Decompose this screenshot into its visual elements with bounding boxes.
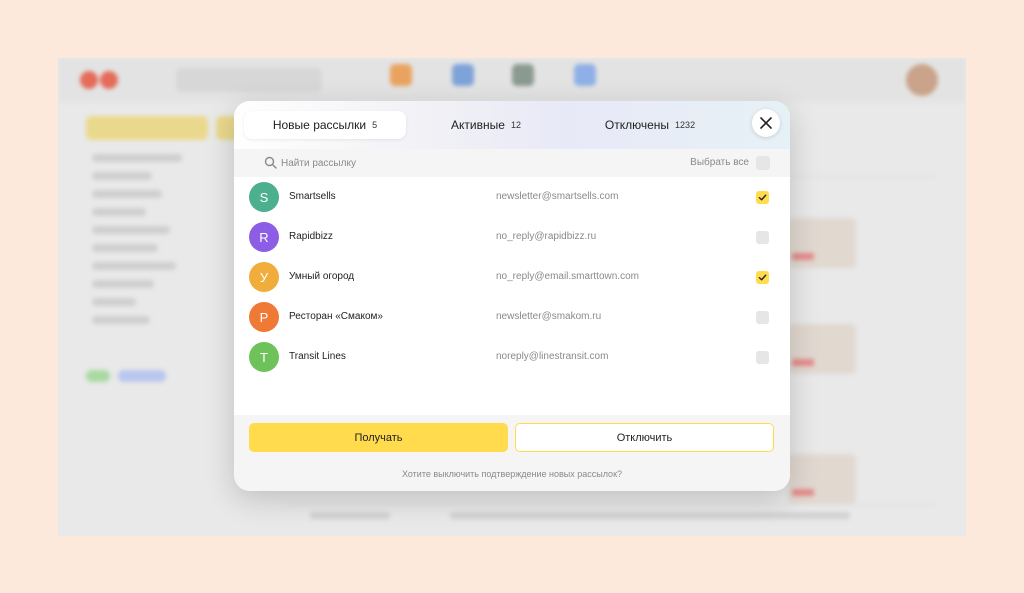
background-label-pill [118,370,166,382]
avatar: R [249,222,279,252]
search-input[interactable] [281,154,561,172]
sender-name: Умный огород [289,271,355,282]
background-sidebar-line [92,316,150,324]
background-sidebar-line [92,262,176,270]
select-all-checkbox[interactable] [756,156,770,170]
background-sidebar-line [92,280,154,288]
tab-disabled-newsletters[interactable]: Отключены 1232 [566,111,734,139]
newsletter-list: S Smartsells newsletter@smartsells.com R… [234,177,790,377]
tab-label: Активные [451,118,505,132]
sender-name: Transit Lines [289,351,346,362]
modal-footer: Получать Отключить Хотите выключить подт… [234,415,790,491]
item-checkbox[interactable] [756,191,769,204]
list-item: У Умный огород no_reply@email.smarttown.… [234,257,790,297]
sender-email: newsletter@smakom.ru [496,311,602,322]
background-card [788,324,856,374]
search-bar: Выбрать все [234,149,790,177]
sender-email: no_reply@email.smarttown.com [496,271,639,282]
background-sidebar-line [92,298,136,306]
sender-email: noreply@linestransit.com [496,351,609,362]
background-label-pill [86,370,110,382]
sender-name: Rapidbizz [289,231,333,242]
newsletters-modal: Новые рассылки 5 Активные 12 Отключены 1… [234,101,790,491]
tab-bar: Новые рассылки 5 Активные 12 Отключены 1… [244,111,734,139]
background-compose-button [86,116,208,140]
background-sidebar-line [92,190,162,198]
background-search [176,68,322,92]
background-sidebar-line [92,244,158,252]
disable-button[interactable]: Отключить [515,423,774,452]
disable-confirmation-link[interactable]: Хотите выключить подтверждение новых рас… [234,469,790,479]
avatar: T [249,342,279,372]
background-app-icon [512,64,534,86]
background-sidebar-line [92,226,170,234]
tab-count: 12 [510,120,521,130]
background-app-icon [452,64,474,86]
close-button[interactable] [752,109,780,137]
background-row-text [310,512,390,519]
tab-label: Новые рассылки [272,118,367,132]
item-checkbox[interactable] [756,231,769,244]
check-icon [758,274,767,281]
sender-name: Ресторан «Смаком» [289,311,383,322]
check-icon [758,194,767,201]
background-logo-dot [100,71,118,89]
item-checkbox[interactable] [756,311,769,324]
list-item: S Smartsells newsletter@smartsells.com [234,177,790,217]
background-card [788,218,856,268]
tab-label: Отключены [604,118,670,132]
item-checkbox[interactable] [756,271,769,284]
close-icon [760,117,772,129]
background-app-icon [574,64,596,86]
modal-header: Новые рассылки 5 Активные 12 Отключены 1… [234,101,790,149]
background-sidebar-line [92,208,146,216]
sender-name: Smartsells [289,191,336,202]
list-item: T Transit Lines noreply@linestransit.com [234,337,790,377]
tab-count: 5 [372,120,378,130]
background-avatar [906,64,938,96]
background-logo-dot [80,71,98,89]
sender-email: no_reply@rapidbizz.ru [496,231,597,242]
background-sidebar-line [92,154,182,162]
list-item: Р Ресторан «Смаком» newsletter@smakom.ru [234,297,790,337]
avatar: Р [249,302,279,332]
tab-active-newsletters[interactable]: Активные 12 [406,111,566,139]
background-row-divider [288,504,936,505]
search-icon [264,156,277,169]
tab-count: 1232 [675,120,696,130]
background-card [788,454,856,504]
background-sidebar-line [92,172,152,180]
select-all-label: Выбрать все [690,157,749,168]
tab-new-newsletters[interactable]: Новые рассылки 5 [244,111,406,139]
avatar: У [249,262,279,292]
receive-button[interactable]: Получать [249,423,508,452]
avatar: S [249,182,279,212]
list-item: R Rapidbizz no_reply@rapidbizz.ru [234,217,790,257]
item-checkbox[interactable] [756,351,769,364]
sender-email: newsletter@smartsells.com [496,191,619,202]
background-app-icon [390,64,412,86]
background-row-text [450,512,850,519]
